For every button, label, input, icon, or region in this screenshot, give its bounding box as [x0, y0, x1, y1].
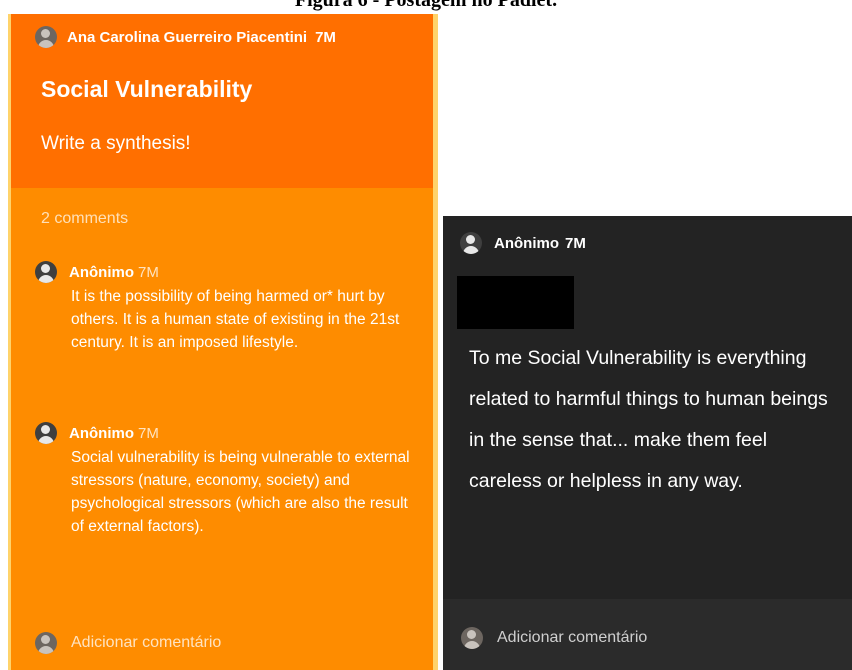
- figure-caption: Figura 6 - Postagem no Padlet.: [294, 0, 558, 11]
- anonymous-avatar-icon: [35, 261, 57, 283]
- redacted-block: [457, 276, 574, 329]
- add-comment-row[interactable]: Adicionar comentário: [35, 632, 221, 654]
- add-comment-input[interactable]: Adicionar comentário: [497, 629, 647, 647]
- post-timestamp: 7M: [565, 234, 586, 252]
- post-author-name[interactable]: Ana Carolina Guerreiro Piacentini: [67, 29, 307, 46]
- user-avatar-icon[interactable]: [35, 26, 57, 48]
- post-author-row: Ana Carolina Guerreiro Piacentini 7M: [35, 26, 336, 48]
- comments-count[interactable]: 2 comments: [41, 210, 128, 228]
- comment-author: Anônimo: [69, 424, 134, 442]
- user-avatar-icon: [35, 632, 57, 654]
- comment-item: Anônimo 7M It is the possibility of bein…: [35, 261, 415, 354]
- add-comment-row[interactable]: Adicionar comentário: [461, 627, 647, 649]
- comment-timestamp: 7M: [138, 263, 159, 281]
- post-body: To me Social Vulnerability is everything…: [469, 347, 828, 492]
- user-avatar-icon: [461, 627, 483, 649]
- comment-timestamp: 7M: [138, 424, 159, 442]
- anonymous-avatar-icon: [460, 232, 482, 254]
- padlet-post-card-orange[interactable]: Ana Carolina Guerreiro Piacentini 7M Soc…: [8, 14, 438, 670]
- post-author-row: Anônimo 7M: [460, 232, 586, 254]
- comment-text: Social vulnerability is being vulnerable…: [71, 449, 410, 535]
- post-body: Write a synthesis!: [41, 133, 191, 154]
- page: Figura 6 - Postagem no Padlet. Ana Carol…: [0, 0, 852, 670]
- anonymous-avatar-icon: [35, 422, 57, 444]
- post-header: Ana Carolina Guerreiro Piacentini 7M Soc…: [11, 14, 433, 188]
- add-comment-input[interactable]: Adicionar comentário: [71, 634, 221, 652]
- comment-text: It is the possibility of being harmed or…: [71, 288, 400, 351]
- padlet-post-card-dark[interactable]: Anônimo 7M To me Social Vulnerability is…: [443, 216, 852, 670]
- comment-author: Anônimo: [69, 263, 134, 281]
- post-title: Social Vulnerability: [41, 76, 253, 102]
- post-timestamp: 7M: [315, 28, 336, 46]
- post-author-name: Anônimo: [494, 234, 559, 252]
- post-footer: Adicionar comentário: [443, 599, 852, 670]
- comment-item: Anônimo 7M Social vulnerability is being…: [35, 422, 415, 538]
